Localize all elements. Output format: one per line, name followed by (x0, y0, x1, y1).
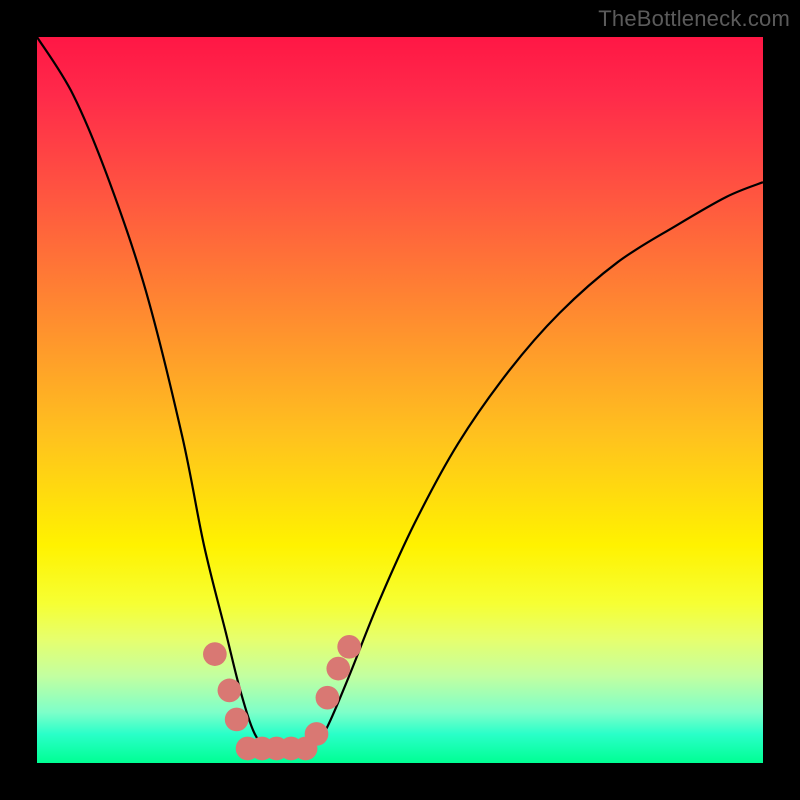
right-curve (313, 182, 763, 748)
chart-svg (37, 37, 763, 763)
chart-frame: TheBottleneck.com (0, 0, 800, 800)
valley-marker (326, 657, 350, 681)
valley-marker (316, 686, 340, 710)
valley-marker (337, 635, 361, 659)
valley-marker (203, 642, 227, 666)
left-curve (37, 37, 313, 750)
watermark-text: TheBottleneck.com (598, 6, 790, 32)
valley-marker (218, 679, 242, 703)
chart-plot-area (37, 37, 763, 763)
valley-marker (305, 722, 329, 746)
valley-markers (203, 635, 361, 760)
valley-marker (225, 708, 249, 732)
